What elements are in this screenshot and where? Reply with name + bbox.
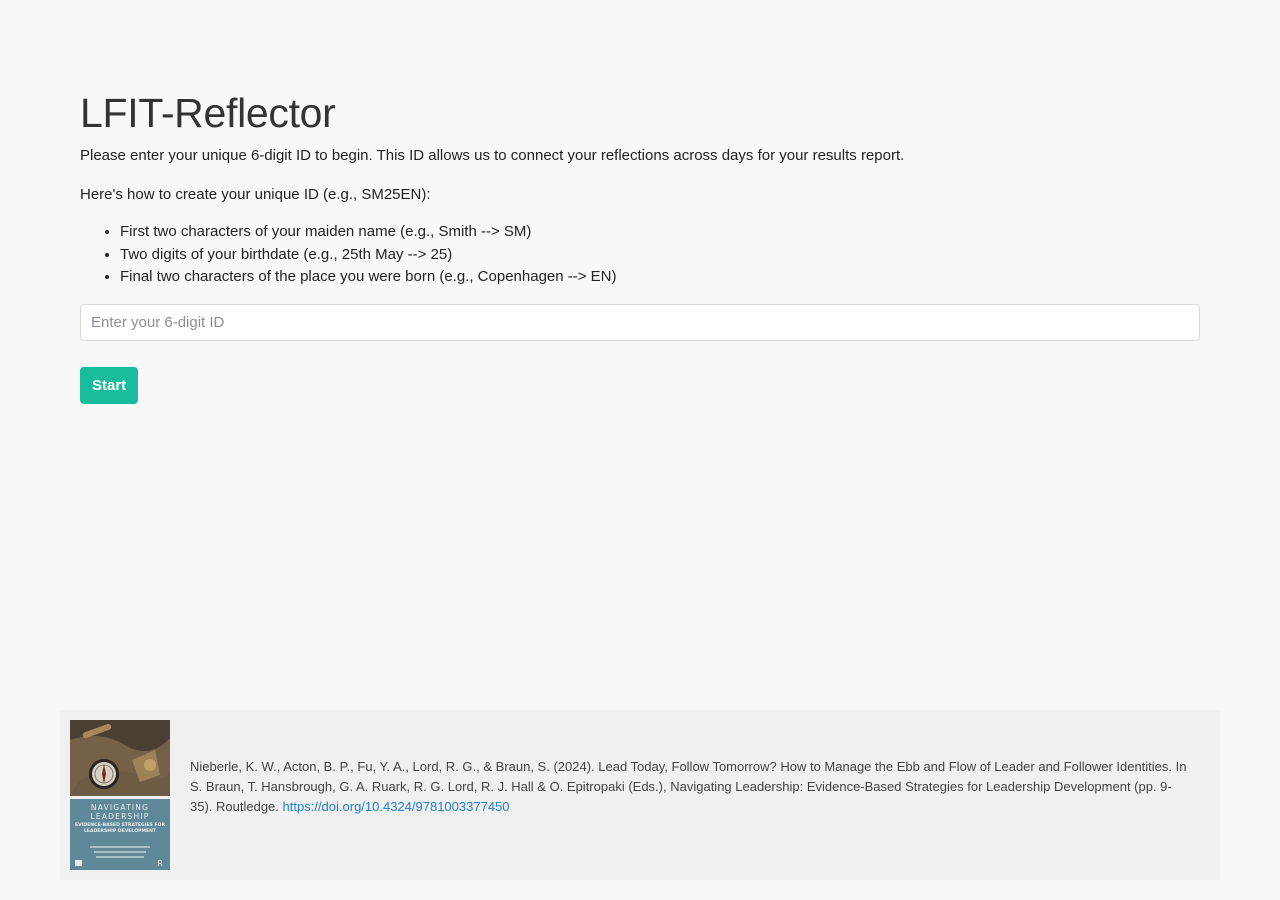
list-item: First two characters of your maiden name… <box>120 221 1200 244</box>
how-to-text: Here's how to create your unique ID (e.g… <box>80 186 431 203</box>
doi-link[interactable]: https://doi.org/10.4324/9781003377450 <box>283 799 510 814</box>
book-cover-art: R <box>70 720 170 870</box>
book-cover-title-line2: LEADERSHIP <box>90 812 150 821</box>
list-item: Final two characters of the place you we… <box>120 266 1200 289</box>
book-cover-image: R NAVIGATING LEADERSHIP EVIDENCE-BASED S… <box>70 720 170 870</box>
list-item: Two digits of your birthdate (e.g., 25th… <box>120 244 1200 267</box>
book-cover-title-line1: NAVIGATING <box>90 803 150 812</box>
book-cover-title: NAVIGATING LEADERSHIP EVIDENCE-BASED STR… <box>70 803 170 835</box>
start-button[interactable]: Start <box>80 366 139 404</box>
book-cover-subtitle: EVIDENCE-BASED STRATEGIES FOR LEADERSHIP… <box>74 823 166 834</box>
citation-footer: R NAVIGATING LEADERSHIP EVIDENCE-BASED S… <box>60 710 1220 880</box>
intro-text: Please enter your unique 6-digit ID to b… <box>80 147 905 164</box>
citation-text: Nieberle, K. W., Acton, B. P., Fu, Y. A.… <box>190 757 1190 817</box>
main-content: LFIT-Reflector Please enter your unique … <box>80 88 1200 404</box>
id-steps-list: First two characters of your maiden name… <box>80 221 1200 289</box>
svg-text:R: R <box>157 859 163 868</box>
id-input[interactable] <box>80 303 1200 341</box>
page-title: LFIT-Reflector <box>80 90 336 136</box>
